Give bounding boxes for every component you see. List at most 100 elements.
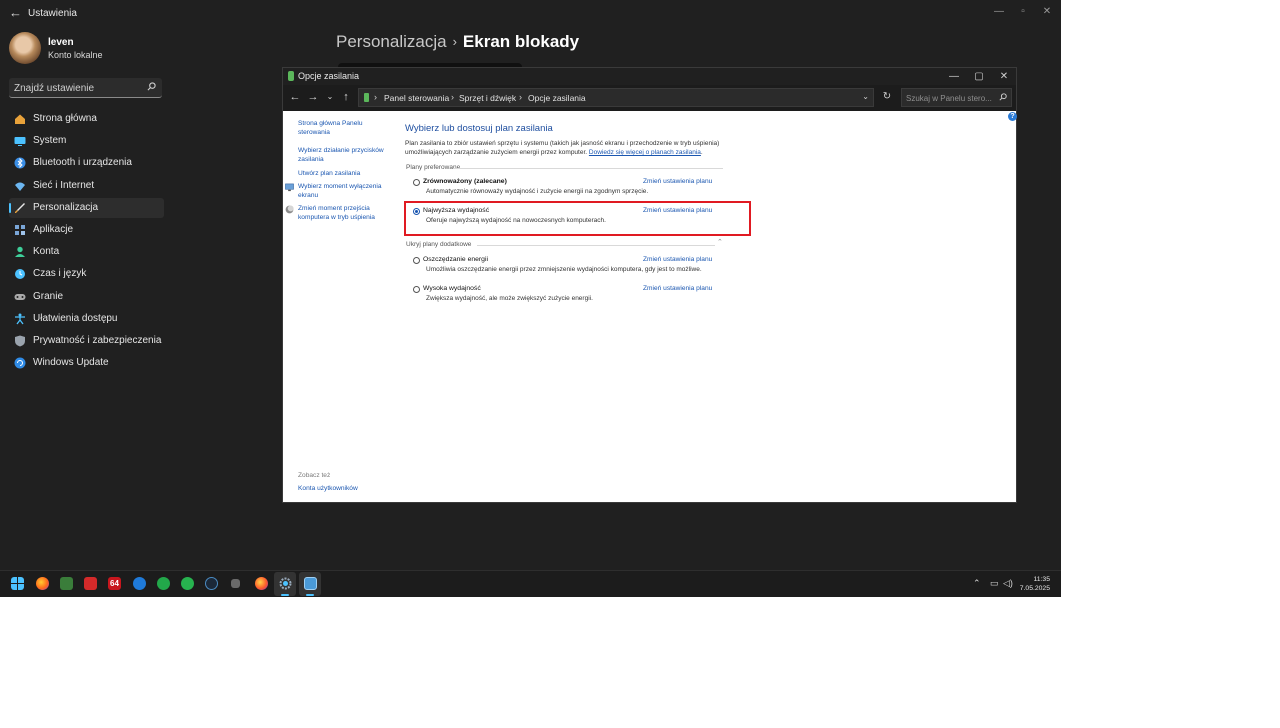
- sidebar-link-display-off[interactable]: Wybierz moment wyłączenia ekranu: [298, 183, 390, 200]
- sidebar-link-create-plan[interactable]: Utwórz plan zasilania: [298, 170, 390, 179]
- chevron-down-icon[interactable]: ⌄: [862, 92, 869, 101]
- plan-desc: Umożliwia oszczędzanie energii przez zmn…: [426, 266, 702, 273]
- nav-label: Prywatność i zabezpieczenia: [33, 334, 162, 346]
- sidebar-link-control-panel-home[interactable]: Strona główna Panelu sterowania: [298, 120, 390, 137]
- breadcrumb-page: Ekran blokady: [462, 32, 580, 51]
- nav-label: Sieć i Internet: [33, 179, 95, 191]
- settings-icon[interactable]: [279, 577, 292, 590]
- nav-item-gaming[interactable]: Granie: [9, 287, 164, 307]
- settings-search-input[interactable]: [14, 81, 144, 95]
- breadcrumb-control-panel[interactable]: Panel sterowania: [384, 93, 449, 103]
- nav-item-bluetooth[interactable]: Bluetooth i urządzenia: [9, 153, 164, 173]
- breadcrumb-section[interactable]: Personalizacja: [336, 32, 447, 51]
- main-description: Plan zasilania to zbiór ustawień sprzętu…: [405, 140, 720, 156]
- nav-item-time-language[interactable]: Czas i język: [9, 264, 164, 284]
- chevron-right-icon[interactable]: ›: [374, 92, 377, 102]
- active-indicator: [306, 594, 314, 596]
- nav-item-accounts[interactable]: Konta: [9, 242, 164, 262]
- firefox-dev-icon[interactable]: [255, 577, 268, 590]
- moon-icon: [285, 205, 294, 214]
- plan-desc: Automatycznie równoważy wydajność i zuży…: [426, 188, 649, 195]
- nav-label: Granie: [33, 290, 64, 302]
- 64-icon[interactable]: 64: [108, 577, 121, 590]
- search-icon[interactable]: [999, 93, 1007, 101]
- volume-icon[interactable]: ◁): [1003, 578, 1013, 589]
- radio-balanced[interactable]: [413, 179, 420, 186]
- back-arrow-icon[interactable]: ←: [9, 6, 23, 20]
- nav-label: Ułatwienia dostępu: [33, 312, 118, 324]
- app-green2-icon[interactable]: [181, 577, 194, 590]
- monitor-icon: [285, 183, 294, 192]
- plan-balanced[interactable]: Zrównoważony (zalecane) Automatycznie ró…: [413, 178, 723, 202]
- app-blue-icon[interactable]: [133, 577, 146, 590]
- nav-label: Czas i język: [33, 268, 87, 280]
- plan-high-performance[interactable]: Wysoka wydajność Zwiększa wydajność, ale…: [413, 285, 723, 309]
- breadcrumb-power-options[interactable]: Opcje zasilania: [528, 93, 586, 103]
- user-accounts-link[interactable]: Konta użytkowników: [298, 485, 358, 492]
- nav-item-system[interactable]: System: [9, 131, 164, 151]
- nav-item-windows-update[interactable]: Windows Update: [9, 353, 164, 373]
- brush-icon: [15, 202, 25, 213]
- app-small-icon[interactable]: [231, 579, 240, 588]
- minimize-icon[interactable]: —: [944, 69, 964, 84]
- battery-icon: [288, 71, 294, 81]
- plan-power-saver[interactable]: Oszczędzanie energii Umożliwia oszczędza…: [413, 256, 723, 280]
- back-arrow-icon[interactable]: ←: [288, 90, 302, 104]
- network-icon[interactable]: ▭: [990, 578, 999, 589]
- divider: [453, 168, 723, 169]
- nav-item-accessibility[interactable]: Ułatwienia dostępu: [9, 309, 164, 329]
- settings-search-box[interactable]: [9, 78, 162, 98]
- steam-icon[interactable]: [205, 577, 218, 590]
- hide-plans-toggle[interactable]: Ukryj plany dodatkowe: [406, 241, 471, 248]
- start-icon[interactable]: [11, 577, 24, 590]
- control-panel-icon[interactable]: [304, 577, 317, 590]
- forward-arrow-icon[interactable]: →: [306, 90, 320, 104]
- sidebar-link-sleep[interactable]: Zmień moment przejścia komputera w tryb …: [298, 205, 390, 222]
- up-arrow-icon[interactable]: ↑: [339, 90, 353, 104]
- chevron-up-icon[interactable]: ⌃: [717, 238, 723, 246]
- firefox-icon[interactable]: [36, 577, 49, 590]
- app-green-icon[interactable]: [157, 577, 170, 590]
- change-plan-link[interactable]: Zmień ustawienia planu: [643, 178, 712, 185]
- avatar[interactable]: [9, 32, 41, 64]
- cp-search-input[interactable]: [906, 92, 992, 104]
- radio-high-performance[interactable]: [413, 286, 420, 293]
- chevron-right-icon[interactable]: ›: [451, 92, 454, 102]
- radio-power-saver[interactable]: [413, 257, 420, 264]
- desktop-screen: ← Ustawienia — ▫ ✕ leven Konto lokalne S…: [0, 0, 1061, 597]
- maximize-icon[interactable]: ▫: [1012, 4, 1034, 20]
- chevron-up-icon[interactable]: ⌃: [973, 578, 981, 589]
- cp-titlebar: Opcje zasilania — ▢ ✕: [283, 68, 1016, 85]
- learn-more-link[interactable]: Dowiedz się więcej o planach zasilania: [589, 149, 701, 156]
- minimize-icon[interactable]: —: [988, 4, 1010, 20]
- search-icon[interactable]: [147, 82, 156, 91]
- change-plan-link[interactable]: Zmień ustawienia planu: [643, 256, 712, 263]
- nav-item-personalization[interactable]: Personalizacja: [9, 197, 164, 218]
- flash-icon[interactable]: [84, 577, 97, 590]
- apps-icon: [15, 224, 25, 235]
- nav-item-network[interactable]: Sieć i Internet: [9, 176, 164, 196]
- chevron-right-icon[interactable]: ›: [519, 92, 522, 102]
- address-box[interactable]: › Panel sterowania › Sprzęt i dźwięk › O…: [358, 88, 874, 107]
- change-plan-link[interactable]: Zmień ustawienia planu: [643, 285, 712, 292]
- sidebar-link-power-buttons[interactable]: Wybierz działanie przycisków zasilania: [298, 147, 390, 164]
- gaming-icon: [14, 293, 26, 300]
- settings-titlebar: ← Ustawienia — ▫ ✕: [0, 0, 1061, 26]
- game-icon[interactable]: [60, 577, 73, 590]
- recent-dropdown-icon[interactable]: ⌄: [323, 90, 337, 104]
- plan-name: Oszczędzanie energii: [423, 256, 488, 263]
- control-panel-icon: [364, 93, 369, 102]
- maximize-icon[interactable]: ▢: [969, 69, 989, 84]
- refresh-icon[interactable]: ↻: [881, 91, 893, 103]
- clock-time: 11:35: [1033, 576, 1050, 583]
- cp-search-box[interactable]: [901, 88, 1012, 107]
- nav-item-apps[interactable]: Aplikacje: [9, 220, 164, 240]
- nav-item-privacy[interactable]: Prywatność i zabezpieczenia: [9, 331, 164, 351]
- breadcrumb-hardware-sound[interactable]: Sprzęt i dźwięk: [459, 93, 516, 103]
- clock[interactable]: 11:35 7.05.2025: [1020, 575, 1050, 593]
- nav-label: Strona główna: [33, 113, 97, 124]
- nav-item-home[interactable]: Strona główna: [9, 109, 164, 129]
- help-icon[interactable]: ?: [1008, 112, 1017, 121]
- close-icon[interactable]: ✕: [994, 69, 1014, 84]
- close-icon[interactable]: ✕: [1036, 4, 1058, 20]
